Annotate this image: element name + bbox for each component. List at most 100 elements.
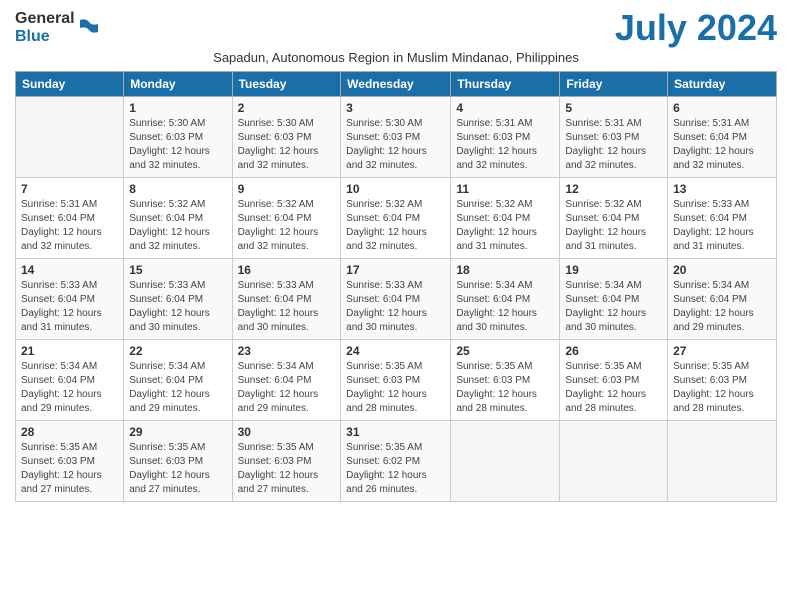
day-info: Sunrise: 5:30 AMSunset: 6:03 PMDaylight:… (129, 117, 226, 173)
calendar-cell: 26Sunrise: 5:35 AMSunset: 6:03 PMDayligh… (560, 340, 668, 421)
calendar-table: SundayMondayTuesdayWednesdayThursdayFrid… (15, 71, 777, 502)
day-info: Sunrise: 5:31 AMSunset: 6:04 PMDaylight:… (673, 117, 771, 173)
day-number: 24 (346, 344, 445, 358)
calendar-cell: 3Sunrise: 5:30 AMSunset: 6:03 PMDaylight… (341, 97, 451, 178)
day-info: Sunrise: 5:35 AMSunset: 6:03 PMDaylight:… (129, 441, 226, 497)
calendar-cell: 6 Sunrise: 5:31 AMSunset: 6:04 PMDaylight… (668, 97, 777, 178)
day-number: 16 (238, 263, 336, 277)
calendar-cell: 2 Sunrise: 5:30 AMSunset: 6:03 PMDaylight… (232, 97, 341, 178)
day-info: Sunrise: 5:33 AMSunset: 6:04 PMDaylight:… (129, 279, 226, 335)
calendar-cell: 16 Sunrise: 5:33 AMSunset: 6:04 PMDayligh… (232, 259, 341, 340)
day-info: Sunrise: 5:31 AMSunset: 6:03 PMDaylight:… (456, 117, 554, 173)
calendar-cell: 7 Sunrise: 5:31 AMSunset: 6:04 PMDaylight… (16, 178, 124, 259)
calendar-cell: 21 Sunrise: 5:34 AMSunset: 6:04 PMDayligh… (16, 340, 124, 421)
calendar-cell: 13 Sunrise: 5:33 AMSunset: 6:04 PMDayligh… (668, 178, 777, 259)
day-number: 31 (346, 425, 445, 439)
day-info: Sunrise: 5:34 AMSunset: 6:04 PMDaylight:… (129, 360, 226, 416)
day-info: Sunrise: 5:33 AMSunset: 6:04 PMDaylight:… (238, 279, 336, 335)
calendar-cell: 24 Sunrise: 5:35 AMSunset: 6:03 PMDayligh… (341, 340, 451, 421)
day-info: Sunrise: 5:32 AMSunset: 6:04 PMDaylight:… (346, 198, 445, 254)
day-info: Sunrise: 5:33 AMSunset: 6:04 PMDaylight:… (21, 279, 118, 335)
day-number: 25 (456, 344, 554, 358)
day-number: 7 (21, 182, 118, 196)
day-number: 17 (346, 263, 445, 277)
calendar-cell: 29Sunrise: 5:35 AMSunset: 6:03 PMDayligh… (124, 421, 232, 502)
logo-text-block: General Blue (15, 10, 75, 45)
weekday-header-tuesday: Tuesday (232, 72, 341, 97)
calendar-cell: 20Sunrise: 5:34 AMSunset: 6:04 PMDayligh… (668, 259, 777, 340)
day-number: 18 (456, 263, 554, 277)
day-number: 4 (456, 101, 554, 115)
calendar-cell (560, 421, 668, 502)
day-info: Sunrise: 5:32 AMSunset: 6:04 PMDaylight:… (129, 198, 226, 254)
weekday-header-thursday: Thursday (451, 72, 560, 97)
calendar-cell: 10 Sunrise: 5:32 AMSunset: 6:04 PMDayligh… (341, 178, 451, 259)
calendar-week-row: 14 Sunrise: 5:33 AMSunset: 6:04 PMDayligh… (16, 259, 777, 340)
calendar-cell: 22 Sunrise: 5:34 AMSunset: 6:04 PMDayligh… (124, 340, 232, 421)
day-info: Sunrise: 5:33 AMSunset: 6:04 PMDaylight:… (346, 279, 445, 335)
day-info: Sunrise: 5:34 AMSunset: 6:04 PMDaylight:… (673, 279, 771, 335)
calendar-subtitle: Sapadun, Autonomous Region in Muslim Min… (15, 50, 777, 65)
header: General Blue July 2024 (15, 10, 777, 46)
day-number: 1 (129, 101, 226, 115)
calendar-cell: 30 Sunrise: 5:35 AMSunset: 6:03 PMDayligh… (232, 421, 341, 502)
day-number: 8 (129, 182, 226, 196)
calendar-cell: 12 Sunrise: 5:32 AMSunset: 6:04 PMDayligh… (560, 178, 668, 259)
day-number: 22 (129, 344, 226, 358)
weekday-header-friday: Friday (560, 72, 668, 97)
logo-blue: Blue (15, 28, 75, 46)
logo-area: General Blue (15, 10, 100, 45)
calendar-cell: 19Sunrise: 5:34 AMSunset: 6:04 PMDayligh… (560, 259, 668, 340)
weekday-header-wednesday: Wednesday (341, 72, 451, 97)
calendar-cell: 18Sunrise: 5:34 AMSunset: 6:04 PMDayligh… (451, 259, 560, 340)
day-number: 27 (673, 344, 771, 358)
day-info: Sunrise: 5:30 AMSunset: 6:03 PMDaylight:… (238, 117, 336, 173)
weekday-header-saturday: Saturday (668, 72, 777, 97)
day-number: 9 (238, 182, 336, 196)
day-info: Sunrise: 5:32 AMSunset: 6:04 PMDaylight:… (238, 198, 336, 254)
day-info: Sunrise: 5:31 AMSunset: 6:03 PMDaylight:… (565, 117, 662, 173)
day-number: 6 (673, 101, 771, 115)
day-number: 10 (346, 182, 445, 196)
day-info: Sunrise: 5:32 AMSunset: 6:04 PMDaylight:… (456, 198, 554, 254)
day-number: 21 (21, 344, 118, 358)
day-number: 28 (21, 425, 118, 439)
calendar-cell (16, 97, 124, 178)
calendar-cell (668, 421, 777, 502)
calendar-cell: 9 Sunrise: 5:32 AMSunset: 6:04 PMDaylight… (232, 178, 341, 259)
calendar-week-row: 7 Sunrise: 5:31 AMSunset: 6:04 PMDaylight… (16, 178, 777, 259)
calendar-cell: 27Sunrise: 5:35 AMSunset: 6:03 PMDayligh… (668, 340, 777, 421)
calendar-week-row: 1 Sunrise: 5:30 AMSunset: 6:03 PMDaylight… (16, 97, 777, 178)
day-number: 2 (238, 101, 336, 115)
day-number: 26 (565, 344, 662, 358)
calendar-cell: 11Sunrise: 5:32 AMSunset: 6:04 PMDayligh… (451, 178, 560, 259)
day-info: Sunrise: 5:33 AMSunset: 6:04 PMDaylight:… (673, 198, 771, 254)
day-info: Sunrise: 5:35 AMSunset: 6:03 PMDaylight:… (346, 360, 445, 416)
day-number: 30 (238, 425, 336, 439)
day-info: Sunrise: 5:32 AMSunset: 6:04 PMDaylight:… (565, 198, 662, 254)
calendar-week-row: 28 Sunrise: 5:35 AMSunset: 6:03 PMDayligh… (16, 421, 777, 502)
calendar-cell: 4 Sunrise: 5:31 AMSunset: 6:03 PMDaylight… (451, 97, 560, 178)
day-number: 12 (565, 182, 662, 196)
day-info: Sunrise: 5:31 AMSunset: 6:04 PMDaylight:… (21, 198, 118, 254)
calendar-cell: 23Sunrise: 5:34 AMSunset: 6:04 PMDayligh… (232, 340, 341, 421)
day-number: 3 (346, 101, 445, 115)
day-number: 13 (673, 182, 771, 196)
day-number: 14 (21, 263, 118, 277)
calendar-cell: 31 Sunrise: 5:35 AMSunset: 6:02 PMDayligh… (341, 421, 451, 502)
calendar-cell: 1 Sunrise: 5:30 AMSunset: 6:03 PMDaylight… (124, 97, 232, 178)
calendar-cell: 28 Sunrise: 5:35 AMSunset: 6:03 PMDayligh… (16, 421, 124, 502)
day-info: Sunrise: 5:34 AMSunset: 6:04 PMDaylight:… (565, 279, 662, 335)
calendar-cell (451, 421, 560, 502)
day-info: Sunrise: 5:35 AMSunset: 6:03 PMDaylight:… (238, 441, 336, 497)
day-info: Sunrise: 5:34 AMSunset: 6:04 PMDaylight:… (21, 360, 118, 416)
calendar-header: SundayMondayTuesdayWednesdayThursdayFrid… (16, 72, 777, 97)
day-info: Sunrise: 5:35 AMSunset: 6:03 PMDaylight:… (21, 441, 118, 497)
day-number: 5 (565, 101, 662, 115)
calendar-cell: 8 Sunrise: 5:32 AMSunset: 6:04 PMDaylight… (124, 178, 232, 259)
day-info: Sunrise: 5:35 AMSunset: 6:03 PMDaylight:… (456, 360, 554, 416)
calendar-cell: 5 Sunrise: 5:31 AMSunset: 6:03 PMDaylight… (560, 97, 668, 178)
day-info: Sunrise: 5:35 AMSunset: 6:02 PMDaylight:… (346, 441, 445, 497)
weekday-header-monday: Monday (124, 72, 232, 97)
logo-general: General (15, 10, 75, 28)
